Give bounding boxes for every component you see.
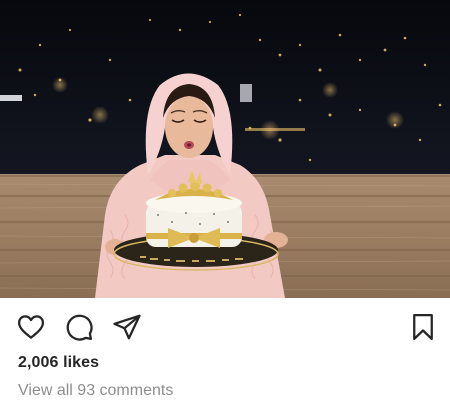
post-photo-image (0, 0, 450, 298)
likes-count[interactable]: 2,006 likes (18, 354, 99, 372)
post-action-bar (0, 298, 450, 356)
heart-outline-icon[interactable] (16, 312, 46, 342)
bookmark-outline-icon[interactable] (408, 312, 438, 342)
view-comments-link[interactable]: View all 93 comments (18, 382, 173, 400)
paper-plane-icon[interactable] (112, 312, 142, 342)
comment-bubble-icon[interactable] (64, 312, 94, 342)
post-photo[interactable] (0, 0, 450, 298)
